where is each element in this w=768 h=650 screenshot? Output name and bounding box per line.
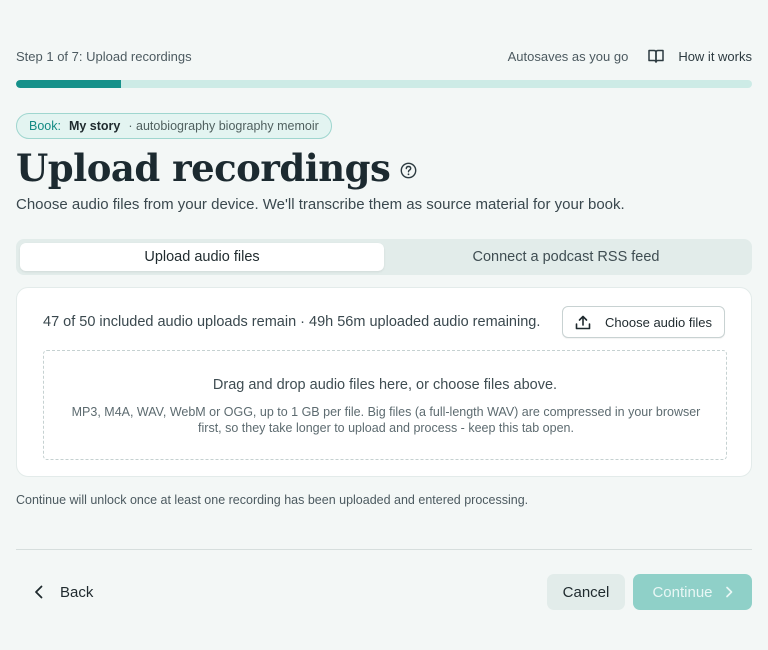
source-tabs: Upload audio files Connect a podcast RSS… [16,239,752,275]
book-chip-label: Book: [29,119,61,133]
page-subtitle: Choose audio files from your device. We'… [16,196,625,213]
chevron-left-icon [35,585,43,599]
audio-dropzone[interactable]: Drag and drop audio files here, or choos… [43,350,727,460]
top-bar: Step 1 of 7: Upload recordings Autosaves… [16,46,752,66]
back-button[interactable]: Back [34,576,93,608]
book-open-icon [648,49,665,63]
upload-icon [575,315,591,329]
dropzone-sub-text: MP3, M4A, WAV, WebM or OGG, up to 1 GB p… [71,405,701,435]
dropzone-main-text: Drag and drop audio files here, or choos… [212,377,558,393]
upload-card: 47 of 50 included audio uploads remain ·… [16,287,752,477]
continue-label: Continue [652,583,713,601]
step-label: Step 1 of 7: Upload recordings [16,48,192,64]
page: Step 1 of 7: Upload recordings Autosaves… [16,0,752,650]
cancel-button[interactable]: Cancel [547,574,625,610]
book-chip-title: My story [68,119,121,133]
question-circle-icon[interactable] [400,162,417,179]
tab-upload-audio-files[interactable]: Upload audio files [20,243,384,271]
how-it-works-button[interactable]: How it works [648,49,752,64]
choose-audio-files-button[interactable]: Choose audio files [562,306,725,338]
how-it-works-label: How it works [678,48,752,64]
top-right: Autosaves as you go How it works [508,49,752,64]
choose-audio-files-label: Choose audio files [605,314,712,330]
upload-quota-text: 47 of 50 included audio uploads remain ·… [43,314,541,330]
chevron-right-icon [725,586,732,598]
footer-divider [16,549,752,550]
step-progress-bar [16,80,752,88]
tab-connect-podcast-rss[interactable]: Connect a podcast RSS feed [384,243,748,271]
continue-button[interactable]: Continue [633,574,752,610]
autosave-text: Autosaves as you go [507,48,629,64]
back-label: Back [60,583,94,601]
book-chip-tags: · autobiography biography memoir [128,119,319,133]
book-chip: Book: My story · autobiography biography… [16,113,332,139]
continue-hint: Continue will unlock once at least one r… [16,493,529,507]
step-progress-fill [16,80,122,88]
page-title: Upload recordings [16,146,391,190]
title-row: Upload recordings [16,146,417,190]
